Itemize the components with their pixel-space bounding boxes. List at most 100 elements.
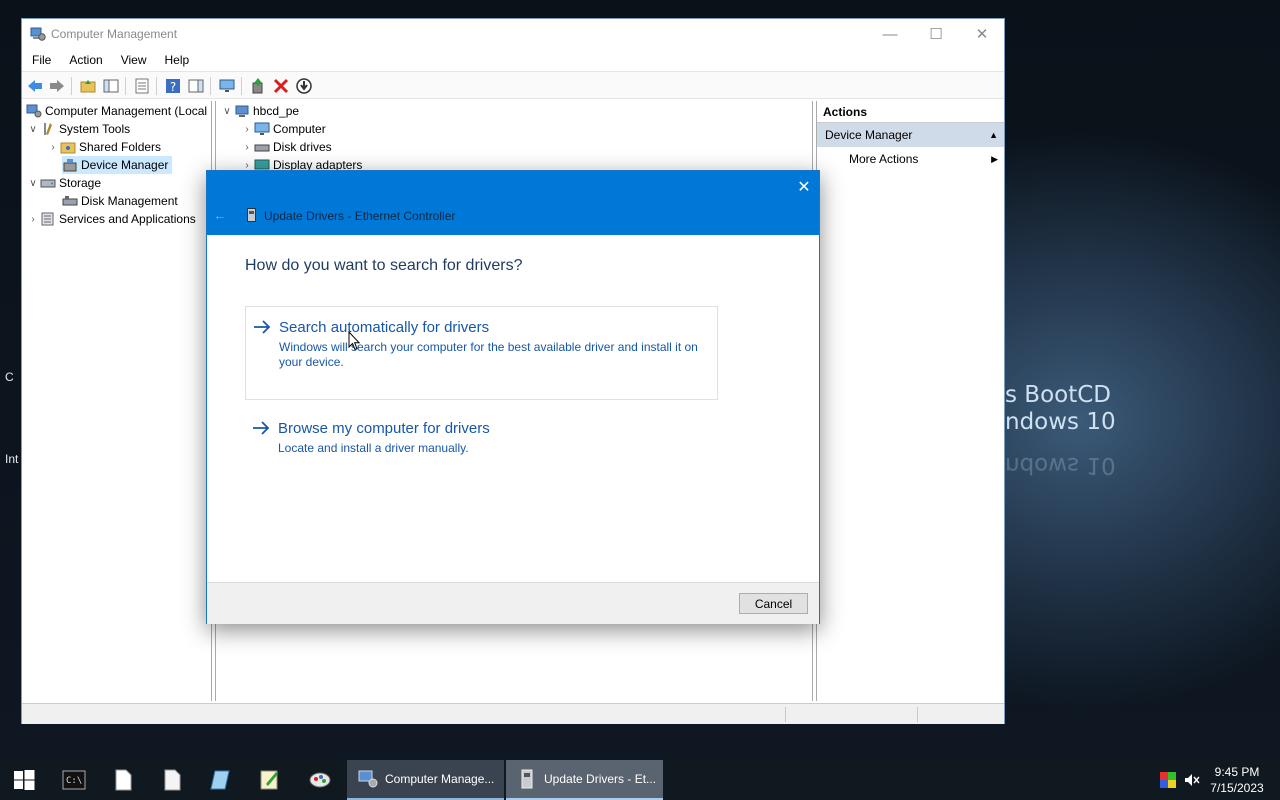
- notepad-icon[interactable]: [160, 768, 184, 792]
- volume-muted-icon[interactable]: [1184, 772, 1200, 788]
- update-drivers-dialog: ← Update Drivers - Ethernet Controller ✕…: [206, 170, 820, 624]
- tree-item-disk-management[interactable]: Disk Management: [62, 192, 178, 210]
- tree-item-label: Computer Management (Local: [45, 104, 208, 118]
- wallpaper-text: ndows 10: [1005, 409, 1116, 435]
- tree-item-device-manager[interactable]: Device Manager: [62, 156, 173, 174]
- desktop-icon-label[interactable]: Int: [5, 452, 18, 466]
- device-category-disk-drives[interactable]: › Disk drives: [240, 138, 332, 156]
- computer-management-icon: [30, 27, 46, 41]
- title-bar[interactable]: Computer Management — ☐ ✕: [22, 19, 1004, 49]
- uninstall-icon[interactable]: [272, 77, 290, 95]
- dialog-title: Update Drivers - Ethernet Controller: [264, 209, 456, 223]
- show-hide-tree-icon[interactable]: [102, 77, 120, 95]
- clock-date: 7/15/2023: [1210, 781, 1264, 795]
- tree-item-label: System Tools: [59, 122, 131, 136]
- console-tree[interactable]: Computer Management (Local ∨ System Tool…: [22, 101, 212, 701]
- wallpaper-reflection: ndows 10: [1005, 452, 1116, 478]
- expand-icon[interactable]: ›: [240, 142, 254, 153]
- collapse-icon[interactable]: ∨: [26, 178, 40, 189]
- more-actions-label: More Actions: [849, 152, 919, 166]
- option-description: Windows will search your computer for th…: [279, 340, 698, 369]
- tree-root[interactable]: Computer Management (Local: [26, 102, 207, 120]
- svg-text:?: ?: [170, 80, 176, 94]
- window-title: Computer Management: [51, 27, 178, 41]
- more-actions-item[interactable]: More Actions ▶: [817, 147, 1004, 171]
- monitor-icon[interactable]: [218, 77, 236, 95]
- device-manager-icon: [63, 159, 77, 172]
- forward-icon[interactable]: [48, 77, 66, 95]
- back-arrow-icon[interactable]: ←: [213, 207, 227, 223]
- clock-time: 9:45 PM: [1214, 765, 1260, 779]
- action-pane-icon[interactable]: [187, 77, 205, 95]
- svg-text:C:\: C:\: [66, 776, 82, 786]
- computer-management-icon: [26, 104, 42, 118]
- tree-item-system-tools[interactable]: ∨ System Tools: [26, 120, 130, 138]
- properties-icon[interactable]: [133, 77, 151, 95]
- actions-pane: Actions Device Manager ▲ More Actions ▶: [816, 101, 1004, 701]
- actions-header: Actions: [817, 101, 1004, 123]
- back-icon[interactable]: [26, 77, 44, 95]
- dialog-close-button[interactable]: ✕: [793, 177, 815, 199]
- update-driver-icon[interactable]: [249, 77, 267, 95]
- dialog-question: How do you want to search for drivers?: [245, 257, 523, 274]
- arrow-right-icon: [253, 421, 270, 435]
- device-category-label: Disk drives: [273, 140, 332, 154]
- collapse-icon[interactable]: ∨: [220, 106, 234, 117]
- tree-item-shared-folders[interactable]: › Shared Folders: [46, 138, 161, 156]
- collapse-up-icon[interactable]: ▲: [989, 123, 998, 147]
- start-windows-icon[interactable]: [12, 768, 36, 792]
- device-category-computer[interactable]: › Computer: [240, 120, 326, 138]
- tree-item-services[interactable]: › Services and Applications: [26, 210, 195, 228]
- dialog-footer: Cancel: [207, 582, 819, 624]
- tree-item-storage[interactable]: ∨ Storage: [26, 174, 101, 192]
- document-icon[interactable]: [111, 768, 135, 792]
- tools-icon: [44, 123, 52, 135]
- menu-help[interactable]: Help: [155, 53, 198, 67]
- paint-icon[interactable]: [308, 768, 332, 792]
- editor-icon[interactable]: [258, 768, 282, 792]
- wallpaper-text: s BootCD: [1005, 382, 1112, 408]
- expand-icon[interactable]: ›: [240, 124, 254, 135]
- command-prompt-icon[interactable]: C:\: [62, 768, 86, 792]
- browse-computer-option[interactable]: Browse my computer for drivers Locate an…: [245, 408, 718, 468]
- menu-file[interactable]: File: [22, 53, 59, 67]
- minimize-button[interactable]: —: [867, 19, 913, 49]
- scan-hardware-icon[interactable]: [295, 77, 313, 95]
- search-automatically-option[interactable]: Search automatically for drivers Windows…: [245, 306, 718, 400]
- taskbar-clock[interactable]: 9:45 PM 7/15/2023: [1200, 764, 1274, 796]
- taskbar-update-drivers[interactable]: Update Drivers - Et...: [506, 760, 663, 800]
- tree-item-label: Storage: [59, 176, 102, 190]
- submenu-arrow-icon: ▶: [991, 154, 998, 164]
- option-description: Locate and install a driver manually.: [278, 441, 469, 455]
- dialog-header: ← Update Drivers - Ethernet Controller ✕: [207, 171, 819, 235]
- taskbar-computer-management[interactable]: Computer Manage...: [347, 760, 504, 800]
- tree-item-label: Device Manager: [81, 158, 169, 172]
- expand-icon[interactable]: ›: [46, 142, 60, 153]
- actions-section-label: Device Manager: [825, 128, 913, 142]
- help-icon[interactable]: ?: [164, 77, 182, 95]
- storage-icon: [40, 179, 56, 188]
- device-category-label: Computer: [273, 122, 326, 136]
- maximize-button[interactable]: ☐: [913, 19, 959, 49]
- menu-action[interactable]: Action: [59, 53, 110, 67]
- disk-icon: [62, 196, 78, 206]
- taskbar: C:\ Computer Manage... Update Drivers - …: [0, 760, 1280, 800]
- close-button[interactable]: ✕: [959, 19, 1005, 49]
- device-root[interactable]: ∨ hbcd_pe: [220, 102, 299, 120]
- tree-item-label: Disk Management: [81, 194, 178, 208]
- computer-icon: [235, 105, 249, 117]
- expand-icon[interactable]: ›: [26, 214, 40, 225]
- actions-section-device-manager[interactable]: Device Manager ▲: [817, 123, 1004, 147]
- device-root-label: hbcd_pe: [253, 104, 300, 118]
- computer-management-icon: [358, 770, 378, 788]
- explorer-icon[interactable]: [209, 768, 233, 792]
- desktop-icon-label[interactable]: C: [5, 370, 14, 384]
- color-tray-icon[interactable]: [1160, 772, 1176, 788]
- mouse-cursor-icon: [348, 331, 360, 351]
- collapse-icon[interactable]: ∨: [26, 124, 40, 135]
- expand-icon[interactable]: ›: [240, 160, 254, 171]
- up-folder-icon[interactable]: [79, 77, 97, 95]
- cancel-button[interactable]: Cancel: [739, 593, 808, 614]
- disk-drive-icon: [254, 144, 270, 152]
- menu-view[interactable]: View: [111, 53, 155, 67]
